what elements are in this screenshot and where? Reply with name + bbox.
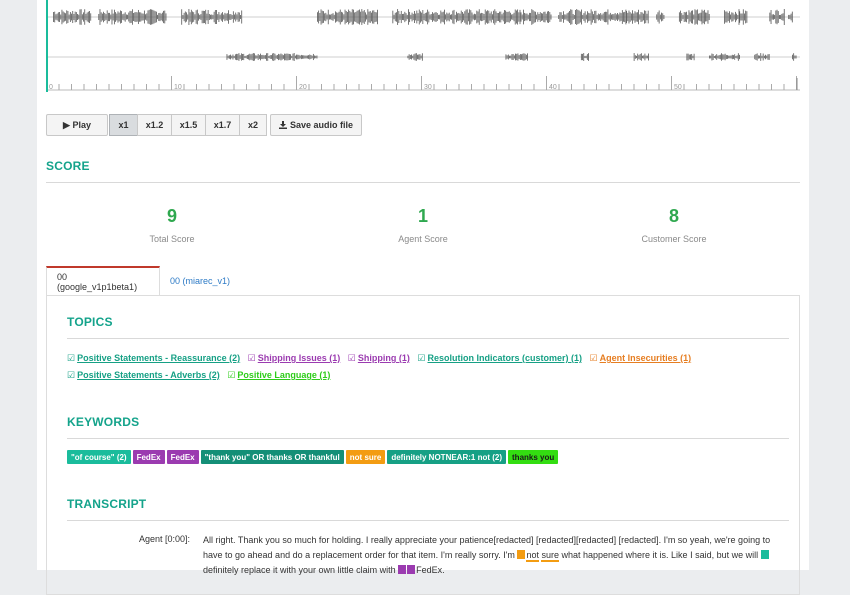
checkbox-checked-icon: ☑ <box>417 353 426 363</box>
topic-item[interactable]: ☑ Resolution Indicators (customer) (1) <box>417 353 582 363</box>
keyword-highlight[interactable]: not <box>526 550 539 562</box>
topic-label: Resolution Indicators (customer) (1) <box>427 353 582 363</box>
checkbox-checked-icon: ☑ <box>247 353 256 363</box>
checkbox-checked-icon: ☑ <box>347 353 356 363</box>
keywords-heading: KEYWORDS <box>67 415 140 429</box>
speed-x2-button[interactable]: x2 <box>239 114 267 136</box>
divider <box>67 438 789 439</box>
topics-heading: TOPICS <box>67 315 113 329</box>
bookmark-icon[interactable] <box>760 550 769 559</box>
tab-miarec-v1[interactable]: 00 (miarec_v1) <box>160 266 240 296</box>
topic-label: Positive Statements - Adverbs (2) <box>77 370 220 380</box>
transcript-segment: FedEx. <box>416 565 445 575</box>
timeline-tick-label: 30 <box>424 84 432 91</box>
speed-x1-2-button[interactable]: x1.2 <box>137 114 172 136</box>
topic-label: Shipping (1) <box>357 353 410 363</box>
timeline-tick-label: 10 <box>174 84 182 91</box>
play-button[interactable]: ▶ Play <box>46 114 108 136</box>
topic-item[interactable]: ☑ Positive Statements - Reassurance (2) <box>67 353 240 363</box>
checkbox-checked-icon: ☑ <box>227 370 236 380</box>
keyword-tag[interactable]: "of course" (2) <box>67 450 131 464</box>
divider <box>46 182 800 183</box>
save-audio-label: Save audio file <box>289 120 354 130</box>
keywords-list: "of course" (2) FedEx FedEx "thank you" OR … <box>67 450 560 464</box>
transcript-speaker: Agent [0:00]: <box>138 534 190 544</box>
download-icon <box>278 121 287 129</box>
topic-label: Shipping Issues (1) <box>257 353 341 363</box>
transcript-text: All right. Thank you so much for holding… <box>203 533 783 578</box>
topic-item[interactable]: ☑ Shipping (1) <box>348 353 410 363</box>
customer-score: 8 Customer Score <box>574 206 774 244</box>
transcript-heading: TRANSCRIPT <box>67 497 147 511</box>
topic-item[interactable]: ☑ Positive Language (1) <box>227 370 330 380</box>
player-toolbar: ▶ Play x1 x1.2 x1.5 x1.7 x2 Save audio f… <box>46 114 362 138</box>
keyword-tag[interactable]: FedEx <box>132 450 165 464</box>
agent-score-label: Agent Score <box>398 234 448 244</box>
agent-score: 1 Agent Score <box>323 206 523 244</box>
keyword-highlight[interactable]: sure <box>541 550 559 562</box>
audio-waveform[interactable] <box>46 0 800 92</box>
topics-list: ☑ Positive Statements - Reassurance (2) ☑… <box>67 350 787 384</box>
total-score-label: Total Score <box>149 234 195 244</box>
topic-label: Positive Language (1) <box>237 370 331 380</box>
keyword-tag[interactable]: "thank you" OR thanks OR thankful <box>200 450 344 464</box>
tab-google-v1p1beta1[interactable]: 00 (google_v1p1beta1) <box>46 266 160 296</box>
waveform-svg[interactable] <box>46 0 800 92</box>
topic-item[interactable]: ☑ Agent Insecurities (1) <box>590 353 692 363</box>
tab-bar: 00 (google_v1p1beta1) 00 (miarec_v1) <box>46 266 800 296</box>
total-score-value: 9 <box>166 206 177 226</box>
bookmark-icon[interactable] <box>517 550 526 559</box>
transcript-segment: what happened where it is. Like I said, … <box>558 550 761 560</box>
timeline-tick-label: 20 <box>299 84 307 91</box>
keyword-tag[interactable]: not sure <box>345 450 386 464</box>
save-audio-button[interactable]: Save audio file <box>270 114 362 136</box>
timeline-tick-label: 0 <box>49 84 53 91</box>
timeline-tick-label: 40 <box>549 84 557 91</box>
divider <box>67 520 789 521</box>
total-score: 9 Total Score <box>72 206 272 244</box>
agent-score-value: 1 <box>417 206 428 226</box>
topic-item[interactable]: ☑ Shipping Issues (1) <box>248 353 341 363</box>
customer-score-value: 8 <box>668 206 679 226</box>
divider <box>67 338 789 339</box>
topic-label: Agent Insecurities (1) <box>599 353 692 363</box>
speed-x1-button[interactable]: x1 <box>109 114 138 136</box>
customer-score-label: Customer Score <box>641 234 707 244</box>
keyword-tag[interactable]: definitely NOTNEAR:1 not (2) <box>387 450 507 464</box>
checkbox-checked-icon: ☑ <box>67 370 76 380</box>
topic-label: Positive Statements - Reassurance (2) <box>77 353 241 363</box>
keyword-tag[interactable]: thanks you <box>508 450 559 464</box>
keyword-tag[interactable]: FedEx <box>166 450 199 464</box>
speed-x1-7-button[interactable]: x1.7 <box>205 114 240 136</box>
playback-speed-group: x1 x1.2 x1.5 x1.7 x2 <box>109 114 267 138</box>
topic-item[interactable]: ☑ Positive Statements - Adverbs (2) <box>67 370 220 380</box>
timeline-tick-label: 50 <box>674 84 682 91</box>
checkbox-checked-icon: ☑ <box>67 353 76 363</box>
score-heading: SCORE <box>46 159 90 173</box>
speed-x1-5-button[interactable]: x1.5 <box>171 114 206 136</box>
transcript-segment: definitely replace it with your own litt… <box>203 565 399 575</box>
checkbox-checked-icon: ☑ <box>589 353 598 363</box>
